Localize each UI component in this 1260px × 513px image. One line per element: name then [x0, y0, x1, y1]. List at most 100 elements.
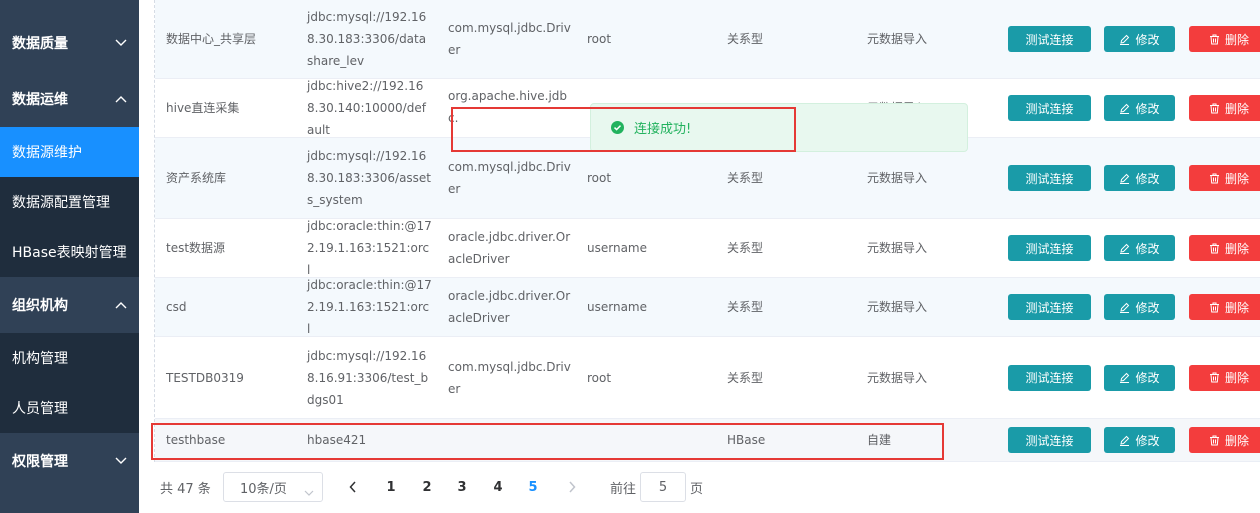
success-toast: 连接成功! [590, 103, 968, 152]
trash-icon [1209, 173, 1220, 184]
table-row: TESTDB0319 jdbc:mysql://192.168.16.91:33… [155, 337, 1260, 419]
pagination: 共 47 条 10条/页 1 2 3 4 5 前往 5 页 [160, 472, 1160, 502]
chevron-down-icon [115, 39, 127, 47]
toast-message: 连接成功! [634, 122, 692, 137]
cell-name: TESTDB0319 [166, 370, 244, 385]
edit-button[interactable]: 修改 [1104, 95, 1175, 121]
delete-button[interactable]: 删除 [1189, 26, 1260, 52]
cell-url: jdbc:oracle:thin:@172.19.1.163:1521:orcl [307, 219, 432, 277]
cell-type: 关系型 [727, 370, 764, 385]
sidebar-item-permissions[interactable]: 权限管理 [0, 436, 139, 486]
edit-icon [1119, 173, 1130, 184]
test-connection-button[interactable]: 测试连接 [1008, 95, 1091, 121]
chevron-up-icon [115, 301, 127, 309]
trash-icon [1209, 435, 1220, 446]
goto-page-input[interactable]: 5 [640, 472, 686, 502]
sidebar-item-label: 组织机构 [12, 298, 68, 314]
cell-name: hive直连采集 [166, 101, 240, 115]
sidebar-item-label: 数据源配置管理 [12, 195, 110, 211]
sidebar-item-label: 人员管理 [12, 401, 68, 417]
delete-button[interactable]: 删除 [1189, 235, 1260, 261]
goto-label: 前往 [610, 481, 637, 497]
cell-user: username [587, 300, 647, 314]
sidebar-item-organization[interactable]: 组织机构 [0, 280, 139, 330]
delete-button[interactable]: 删除 [1189, 165, 1260, 191]
edit-icon [1119, 302, 1130, 313]
cell-type: 关系型 [727, 300, 764, 314]
cell-user [587, 419, 717, 461]
cell-source: 元数据导入 [867, 241, 928, 255]
page-size-value: 10条/页 [240, 481, 287, 497]
cell-driver: com.mysql.jdbc.Driver [448, 160, 571, 196]
test-connection-button[interactable]: 测试连接 [1008, 26, 1091, 52]
cell-url: hbase421 [307, 433, 367, 447]
page-4[interactable]: 4 [488, 472, 508, 502]
cell-type: 关系型 [727, 32, 764, 46]
table-row: csd jdbc:oracle:thin:@172.19.1.163:1521:… [155, 278, 1260, 337]
test-connection-button[interactable]: 测试连接 [1008, 294, 1091, 320]
page-2[interactable]: 2 [417, 472, 437, 502]
cell-url: jdbc:mysql://192.168.30.183:3306/datasha… [307, 10, 427, 68]
sidebar-item-hbase-mapping[interactable]: HBase表映射管理 [0, 227, 139, 277]
edit-button[interactable]: 修改 [1104, 165, 1175, 191]
test-connection-button[interactable]: 测试连接 [1008, 427, 1091, 453]
sidebar-item-datasource-config[interactable]: 数据源配置管理 [0, 177, 139, 227]
prev-page-button[interactable] [345, 472, 361, 502]
page-1[interactable]: 1 [381, 472, 401, 502]
sidebar-item-org-management[interactable]: 机构管理 [0, 333, 139, 383]
edit-icon [1119, 372, 1130, 383]
chevron-right-icon [569, 481, 576, 493]
edit-button[interactable]: 修改 [1104, 427, 1175, 453]
cell-driver [448, 419, 573, 461]
sidebar-item-data-ops[interactable]: 数据运维 [0, 74, 139, 124]
edit-icon [1119, 435, 1130, 446]
cell-name: testhbase [166, 433, 226, 447]
page-3[interactable]: 3 [452, 472, 472, 502]
cell-source: 自建 [867, 433, 892, 447]
edit-button[interactable]: 修改 [1104, 26, 1175, 52]
cell-driver: org.apache.hive.jdbc. [448, 89, 568, 125]
edit-icon [1119, 34, 1130, 45]
table-row: testhbase hbase421 HBase 自建 测试连接 修改 删除 [155, 419, 1260, 462]
cell-driver: oracle.jdbc.driver.OracleDriver [448, 230, 571, 266]
cell-url: jdbc:hive2://192.168.30.140:10000/defaul… [307, 79, 426, 137]
table-row: test数据源 jdbc:oracle:thin:@172.19.1.163:1… [155, 219, 1260, 278]
cell-source: 元数据导入 [867, 300, 928, 314]
sidebar-item-label: 权限管理 [12, 454, 68, 470]
delete-button[interactable]: 删除 [1189, 364, 1260, 391]
cell-driver: com.mysql.jdbc.Driver [448, 359, 571, 396]
cell-source: 元数据导入 [867, 32, 928, 46]
cell-name: test数据源 [166, 241, 226, 255]
delete-button[interactable]: 删除 [1189, 95, 1260, 121]
sidebar-item-label: 数据运维 [12, 92, 68, 108]
edit-button[interactable]: 修改 [1104, 235, 1175, 261]
test-connection-button[interactable]: 测试连接 [1008, 165, 1091, 191]
total-count: 共 47 条 [160, 481, 211, 497]
sidebar-item-label: 机构管理 [12, 351, 68, 367]
chevron-left-icon [349, 481, 356, 493]
trash-icon [1209, 302, 1220, 313]
next-page-button[interactable] [564, 472, 580, 502]
chevron-down-icon [115, 457, 127, 465]
edit-button[interactable]: 修改 [1104, 294, 1175, 320]
sidebar-item-data-quality[interactable]: 数据质量 [0, 18, 139, 68]
table-row: 数据中心_共享层 jdbc:mysql://192.168.30.183:330… [155, 0, 1260, 79]
check-circle-icon [611, 121, 624, 134]
test-connection-button[interactable]: 测试连接 [1008, 235, 1091, 261]
sidebar-item-staff-management[interactable]: 人员管理 [0, 383, 139, 433]
trash-icon [1209, 372, 1220, 383]
chevron-down-icon [304, 485, 314, 500]
cell-type: 关系型 [727, 241, 764, 255]
trash-icon [1209, 243, 1220, 254]
page-size-select[interactable]: 10条/页 [223, 472, 323, 502]
delete-button[interactable]: 删除 [1189, 427, 1260, 453]
page-5[interactable]: 5 [523, 472, 543, 502]
cell-url: jdbc:mysql://192.168.30.183:3306/assets_… [307, 149, 432, 207]
sidebar-item-datasource-maintenance[interactable]: 数据源维护 [0, 127, 139, 177]
edit-button[interactable]: 修改 [1104, 364, 1175, 391]
delete-button[interactable]: 删除 [1189, 294, 1260, 320]
test-connection-button[interactable]: 测试连接 [1008, 364, 1091, 391]
sidebar: 数据质量 数据运维 数据源维护 数据源配置管理 HBase表映射管理 组织机构 … [0, 0, 139, 513]
cell-name: 数据中心_共享层 [166, 32, 257, 46]
cell-user: username [587, 241, 647, 255]
